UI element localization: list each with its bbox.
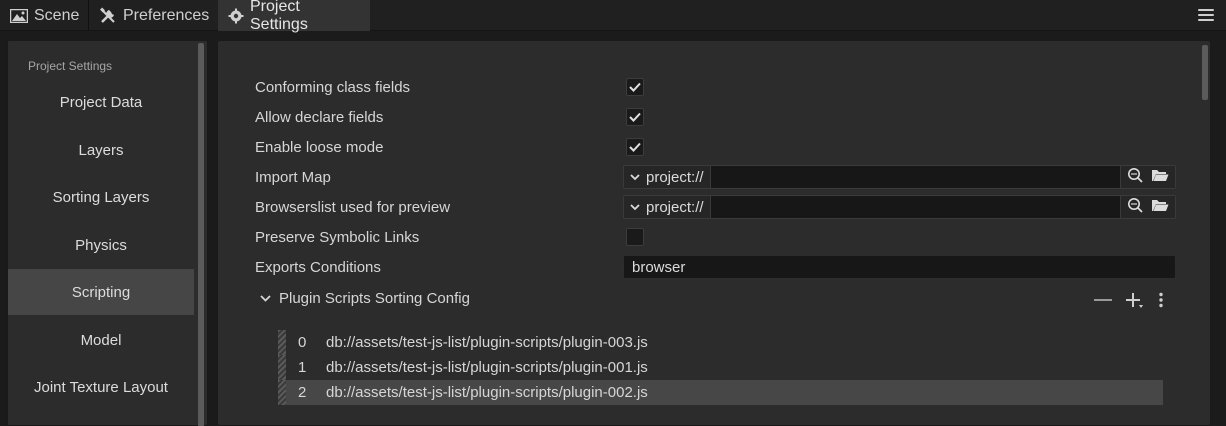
enable-loose-mode-label: Enable loose mode — [255, 139, 384, 156]
preserve-symbolic-links-checkbox[interactable] — [626, 228, 644, 246]
sidebar-item-project-data[interactable]: Project Data — [8, 79, 194, 125]
import-map-protocol: project:// — [646, 168, 704, 186]
search-icon[interactable] — [1127, 167, 1143, 187]
plugin-script-path: db://assets/test-js-list/plugin-scripts/… — [326, 334, 648, 351]
conforming-class-fields-label: Conforming class fields — [255, 79, 411, 96]
more-vertical-icon[interactable] — [1158, 292, 1164, 312]
folder-open-icon[interactable] — [1151, 168, 1169, 186]
allow-declare-fields-checkbox[interactable] — [626, 108, 644, 126]
browserslist-protocol: project:// — [646, 198, 704, 216]
chevron-down-icon — [630, 203, 640, 210]
sidebar-item-sorting-layers[interactable]: Sorting Layers — [8, 174, 194, 220]
minus-icon[interactable] — [1094, 293, 1112, 311]
plugin-script-index: 1 — [298, 359, 307, 376]
exports-conditions-input[interactable]: browser — [623, 255, 1176, 279]
enable-loose-mode-checkbox[interactable] — [626, 138, 644, 156]
import-map-actions — [1120, 166, 1175, 188]
sidebar-item-label: Layers — [78, 141, 124, 159]
plugin-scripts-section-header[interactable]: Plugin Scripts Sorting Config — [260, 290, 470, 307]
sidebar-scrollbar[interactable] — [198, 43, 204, 426]
search-icon[interactable] — [1127, 197, 1143, 217]
preserve-symbolic-links-label: Preserve Symbolic Links — [255, 229, 420, 246]
drag-handle[interactable] — [278, 330, 286, 355]
plugin-script-path: db://assets/test-js-list/plugin-scripts/… — [326, 359, 648, 376]
plugin-script-path: db://assets/test-js-list/plugin-scripts/… — [326, 384, 648, 401]
import-map-label: Import Map — [255, 169, 331, 186]
tab-label: Scene — [34, 6, 80, 24]
tab-label: Preferences — [123, 6, 210, 24]
plugin-script-item[interactable]: 0 db://assets/test-js-list/plugin-script… — [278, 330, 1163, 355]
main-scrollbar[interactable] — [1202, 45, 1208, 100]
checkmark-icon — [629, 112, 641, 122]
import-map-field: project:// — [623, 165, 1176, 189]
drag-handle[interactable] — [278, 380, 286, 405]
tab-label: Project Settings — [250, 0, 308, 33]
chevron-down-icon — [630, 173, 640, 180]
sidebar-item-model[interactable]: Model — [8, 317, 194, 363]
import-map-input[interactable] — [711, 166, 1120, 188]
plus-icon[interactable] — [1126, 291, 1144, 313]
browserslist-label: Browserslist used for preview — [255, 199, 451, 216]
tab-scene[interactable]: Scene — [0, 0, 87, 31]
sidebar-item-joint-texture-layout[interactable]: Joint Texture Layout — [8, 364, 194, 410]
drag-handle[interactable] — [278, 355, 286, 380]
sidebar-item-label: Joint Texture Layout — [34, 378, 168, 396]
chevron-down-icon — [260, 295, 271, 302]
scripting-settings-panel: Conforming class fields Allow declare fi… — [217, 40, 1211, 426]
folder-open-icon[interactable] — [1151, 198, 1169, 216]
plugin-scripts-title: Plugin Scripts Sorting Config — [279, 290, 470, 307]
sidebar-item-label: Sorting Layers — [52, 188, 150, 206]
checkmark-icon — [629, 82, 641, 92]
exports-conditions-label: Exports Conditions — [255, 259, 381, 276]
checkmark-icon — [629, 142, 641, 152]
sidebar-item-scripting[interactable]: Scripting — [8, 269, 194, 315]
tools-icon — [99, 7, 117, 25]
browserslist-actions — [1120, 196, 1175, 218]
plugin-script-item[interactable]: 1 db://assets/test-js-list/plugin-script… — [278, 355, 1163, 380]
allow-declare-fields-label: Allow declare fields — [255, 109, 384, 126]
plugin-script-index: 0 — [298, 334, 307, 351]
plugin-scripts-actions — [1094, 291, 1164, 313]
sidebar-item-label: Scripting — [71, 283, 131, 301]
browserslist-protocol-select[interactable]: project:// — [624, 196, 711, 218]
browserslist-field: project:// — [623, 195, 1176, 219]
conforming-class-fields-checkbox[interactable] — [626, 78, 644, 96]
hamburger-menu-icon[interactable] — [1198, 9, 1214, 23]
sidebar-item-physics[interactable]: Physics — [8, 222, 194, 268]
browserslist-input[interactable] — [711, 196, 1120, 218]
plugin-script-item[interactable]: 2 db://assets/test-js-list/plugin-script… — [278, 380, 1163, 405]
image-icon — [10, 8, 28, 23]
sidebar-item-label: Project Data — [59, 93, 143, 111]
import-map-protocol-select[interactable]: project:// — [624, 166, 711, 188]
tab-project-settings[interactable]: Project Settings — [218, 0, 370, 33]
sidebar-item-layers[interactable]: Layers — [8, 127, 194, 173]
tab-bar: Scene Preferences Project Settings — [0, 0, 1226, 33]
gear-icon — [228, 8, 244, 24]
sidebar-item-label: Physics — [75, 236, 127, 254]
tab-preferences[interactable]: Preferences — [89, 0, 217, 31]
plugin-script-index: 2 — [298, 384, 307, 401]
settings-sidebar: Project Settings Project Data Layers Sor… — [7, 40, 208, 426]
sidebar-title: Project Settings — [28, 59, 113, 73]
sidebar-item-label: Model — [80, 331, 122, 349]
